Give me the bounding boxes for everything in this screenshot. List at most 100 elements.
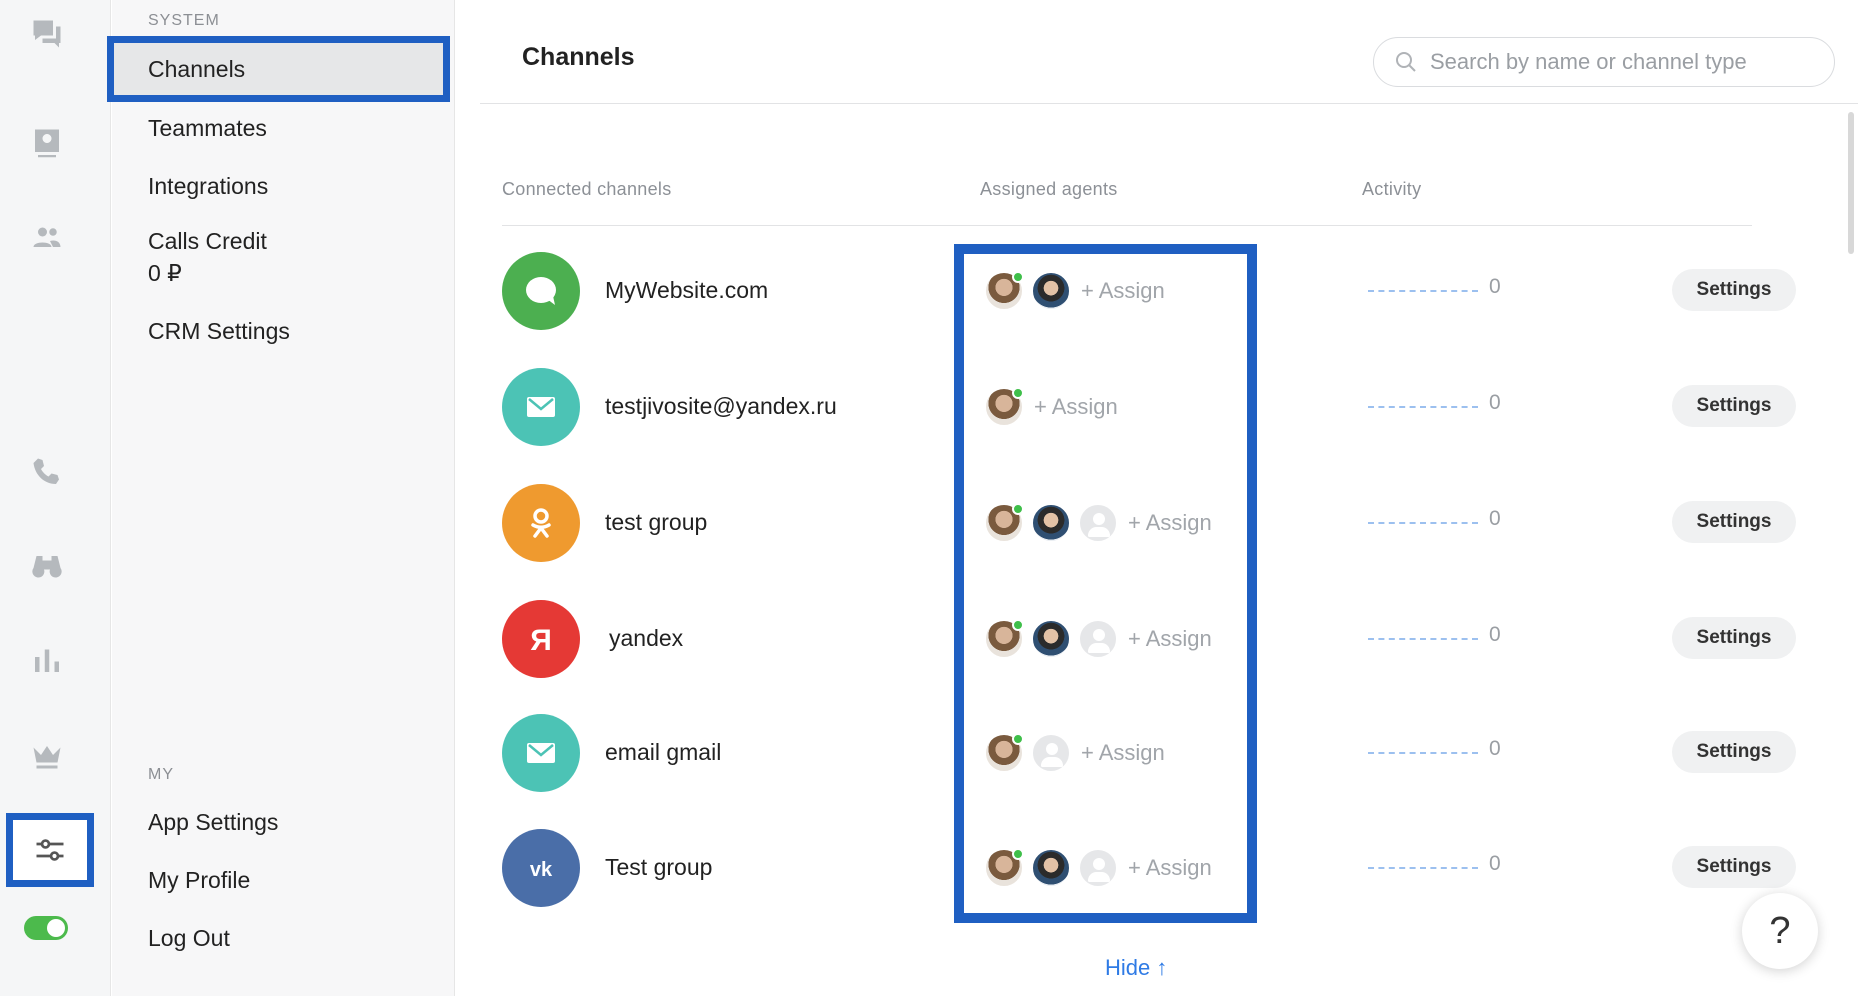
table-row: testjivosite@yandex.ru + Assign 0 Settin… bbox=[502, 350, 1796, 466]
assigned-agents: + Assign bbox=[984, 732, 1165, 774]
sidebar-item-integrations[interactable]: Integrations bbox=[148, 170, 268, 202]
channel-name[interactable]: yandex bbox=[609, 625, 683, 652]
online-indicator bbox=[1012, 848, 1024, 860]
table-row: Я yandex + Assign 0 Settings bbox=[502, 582, 1796, 698]
search-icon bbox=[1396, 52, 1416, 72]
agent-avatar-placeholder[interactable] bbox=[1078, 848, 1118, 888]
activity-sparkline bbox=[1368, 752, 1478, 754]
assign-button[interactable]: + Assign bbox=[1128, 626, 1212, 652]
agent-avatar[interactable] bbox=[984, 387, 1024, 427]
sidebar-item-app-settings[interactable]: App Settings bbox=[148, 806, 278, 838]
team-icon[interactable] bbox=[0, 208, 94, 268]
settings-button[interactable]: Settings bbox=[1672, 846, 1796, 888]
assign-button[interactable]: + Assign bbox=[1081, 278, 1165, 304]
channel-name[interactable]: testjivosite@yandex.ru bbox=[605, 393, 837, 420]
section-my: MY bbox=[148, 766, 174, 783]
column-header-agents: Assigned agents bbox=[980, 179, 1118, 199]
activity-value: 0 bbox=[1489, 275, 1501, 298]
section-system: SYSTEM bbox=[148, 12, 220, 29]
chats-icon[interactable] bbox=[0, 4, 94, 64]
online-indicator bbox=[1012, 387, 1024, 399]
agent-avatar[interactable] bbox=[1031, 619, 1071, 659]
chat-bubble-icon bbox=[526, 277, 556, 305]
search-placeholder: Search by name or channel type bbox=[1430, 49, 1747, 74]
online-indicator bbox=[1012, 503, 1024, 515]
agent-avatar[interactable] bbox=[1031, 503, 1071, 543]
hide-link[interactable]: Hide ↑ bbox=[1105, 955, 1167, 981]
settings-button[interactable]: Settings bbox=[1672, 269, 1796, 311]
activity-value: 0 bbox=[1489, 737, 1501, 760]
scrollbar[interactable] bbox=[1848, 112, 1854, 254]
main-content: Channels Search by name or channel type … bbox=[456, 0, 1858, 996]
activity-value: 0 bbox=[1489, 623, 1501, 646]
activity-sparkline bbox=[1368, 406, 1478, 408]
agent-avatar[interactable] bbox=[984, 619, 1024, 659]
sidebar-item-teammates[interactable]: Teammates bbox=[148, 112, 267, 144]
svg-text:Я: Я bbox=[530, 624, 552, 657]
search-input[interactable]: Search by name or channel type bbox=[1373, 37, 1835, 87]
header-divider bbox=[480, 103, 1858, 104]
page-title: Channels bbox=[522, 43, 635, 71]
agent-avatar-placeholder[interactable] bbox=[1078, 619, 1118, 659]
agent-avatar[interactable] bbox=[1031, 848, 1071, 888]
agent-avatar[interactable] bbox=[984, 848, 1024, 888]
table-divider bbox=[502, 225, 1752, 226]
icon-rail bbox=[0, 0, 111, 996]
contacts-icon[interactable] bbox=[0, 113, 94, 173]
assign-button[interactable]: + Assign bbox=[1081, 740, 1165, 766]
activity-sparkline bbox=[1368, 638, 1478, 640]
online-indicator bbox=[1012, 733, 1024, 745]
channel-name[interactable]: MyWebsite.com bbox=[605, 277, 768, 304]
activity-sparkline bbox=[1368, 290, 1478, 292]
online-status-toggle[interactable] bbox=[24, 916, 68, 940]
column-header-channels: Connected channels bbox=[502, 179, 672, 199]
sidebar-item-crm-settings[interactable]: CRM Settings bbox=[148, 315, 290, 347]
svg-text:vk: vk bbox=[530, 859, 553, 881]
settings-button[interactable]: Settings bbox=[1672, 501, 1796, 543]
settings-sliders-icon[interactable] bbox=[6, 813, 94, 887]
sidebar-item-log-out[interactable]: Log Out bbox=[148, 922, 230, 954]
sidebar-item-calls-credit[interactable]: Calls Credit 0 ₽ bbox=[148, 225, 267, 289]
channel-avatar bbox=[502, 714, 580, 792]
settings-button[interactable]: Settings bbox=[1672, 385, 1796, 427]
activity-sparkline bbox=[1368, 867, 1478, 869]
vk-icon: vk bbox=[530, 859, 553, 881]
channel-avatar bbox=[502, 252, 580, 330]
channel-name[interactable]: Test group bbox=[605, 854, 712, 881]
channel-avatar bbox=[502, 368, 580, 446]
settings-button[interactable]: Settings bbox=[1672, 617, 1796, 659]
phone-icon[interactable] bbox=[0, 442, 94, 502]
settings-button[interactable]: Settings bbox=[1672, 731, 1796, 773]
agent-avatar[interactable] bbox=[984, 503, 1024, 543]
assigned-agents: + Assign bbox=[984, 847, 1212, 889]
channel-name[interactable]: test group bbox=[605, 509, 707, 536]
assign-button[interactable]: + Assign bbox=[1128, 855, 1212, 881]
online-indicator bbox=[1012, 619, 1024, 631]
assigned-agents: + Assign bbox=[984, 502, 1212, 544]
agent-avatar-placeholder[interactable] bbox=[1078, 503, 1118, 543]
table-row: vk Test group + Assign 0 Settings bbox=[502, 811, 1796, 927]
channel-name[interactable]: email gmail bbox=[605, 739, 721, 766]
agent-avatar[interactable] bbox=[984, 733, 1024, 773]
agent-avatar[interactable] bbox=[984, 271, 1024, 311]
assign-button[interactable]: + Assign bbox=[1034, 394, 1118, 420]
activity-value: 0 bbox=[1489, 391, 1501, 414]
channel-avatar: vk bbox=[502, 829, 580, 907]
stats-icon[interactable] bbox=[0, 630, 94, 690]
calls-credit-label: Calls Credit bbox=[148, 228, 267, 254]
sidebar-item-my-profile[interactable]: My Profile bbox=[148, 864, 250, 896]
help-button[interactable]: ? bbox=[1742, 893, 1818, 969]
crown-icon[interactable] bbox=[0, 725, 94, 785]
agent-avatar-placeholder[interactable] bbox=[1031, 733, 1071, 773]
online-indicator bbox=[1012, 271, 1024, 283]
channel-avatar bbox=[502, 484, 580, 562]
agent-avatar[interactable] bbox=[1031, 271, 1071, 311]
sidebar-item-channels[interactable]: Channels bbox=[107, 36, 450, 102]
assigned-agents: + Assign bbox=[984, 618, 1212, 660]
assigned-agents: + Assign bbox=[984, 386, 1118, 428]
activity-value: 0 bbox=[1489, 507, 1501, 530]
envelope-icon bbox=[527, 743, 555, 763]
assign-button[interactable]: + Assign bbox=[1128, 510, 1212, 536]
binoculars-icon[interactable] bbox=[0, 535, 94, 595]
table-row: test group + Assign 0 Settings bbox=[502, 466, 1796, 582]
